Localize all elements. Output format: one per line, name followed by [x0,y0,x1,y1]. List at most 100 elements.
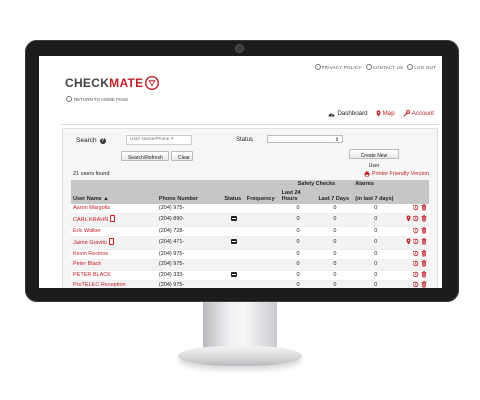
status-cell [222,213,245,227]
last-7-cell: 0 [316,213,354,227]
alarms-cell: 0 [353,259,399,271]
trash-icon[interactable] [421,215,427,222]
status-cell [222,259,245,271]
search-refresh-button[interactable]: Search/Refresh [121,151,169,161]
frequency-cell [244,203,280,214]
trash-icon[interactable] [421,226,427,234]
last-24-cell: 0 [279,249,317,260]
table-row[interactable]: Jaime Gravito (204) 471- 0 0 0 [71,236,429,250]
actions-cell [398,226,429,237]
status-select[interactable]: ⇕ [267,135,343,143]
help-question-icon[interactable]: ? [99,137,106,144]
column-user-name[interactable]: User Name ▲ [71,188,157,204]
table-row[interactable]: Peter Black (204) 975- 0 0 0 [71,259,429,271]
nav-map[interactable]: Map [376,110,395,117]
user-name-cell[interactable]: CARL KRAHN [71,213,157,227]
actions-cell [398,213,429,227]
user-name-cell[interactable]: Kevin Recinos [71,249,157,260]
phone-cell: (204) 975- [156,259,223,271]
table-row[interactable]: Kevin Recinos (204) 975- 0 0 0 [71,249,429,260]
column-phone-number[interactable]: Phone Number [156,188,223,204]
logo-text: CHECKMATE [65,76,144,90]
map-pin-icon[interactable] [406,238,411,245]
user-name-link[interactable]: CARL KRAHN [73,217,108,223]
history-icon[interactable] [412,271,419,278]
frequency-cell [244,213,280,227]
search-input[interactable] [126,135,192,145]
last-7-cell: 0 [316,280,354,288]
privacy-policy-link[interactable]: PRIVACY POLICY [314,64,362,70]
table-header-spacer [71,180,280,189]
create-new-user-button[interactable]: Create New User [349,149,399,169]
table-row[interactable]: ProTELEC Reception (204) 975- 0 0 0 [71,280,429,288]
return-home-link[interactable]: RETURN TO HOME PAGE [66,96,128,102]
user-name-link[interactable]: ProTELEC Reception [73,282,126,288]
trash-icon[interactable] [421,203,427,211]
user-name-cell[interactable]: PETER BLACK [71,270,157,281]
user-name-cell[interactable]: Peter Black [71,259,157,271]
status-minus-icon [230,216,237,221]
user-name-link[interactable]: Jaime Gravito [73,240,107,246]
nav-dashboard[interactable]: Dashboard [328,110,368,117]
column-last-24-hours[interactable]: Last 24 Hours [279,188,317,204]
top-links: PRIVACY POLICY CONTACT US LOG OUT [314,64,436,70]
map-pin-icon[interactable] [406,215,411,222]
status-cell [222,226,245,237]
user-name-link[interactable]: Peter Black [73,261,101,267]
user-name-link[interactable]: Eric Walker [73,228,101,234]
last-24-cell: 0 [279,236,317,250]
column-last-7-days[interactable]: Last 7 Days [316,188,354,204]
frequency-cell [244,270,280,281]
last-24-cell: 0 [279,270,317,281]
trash-icon[interactable] [421,270,427,278]
log-out-link[interactable]: LOG OUT [407,64,436,70]
trash-icon[interactable] [421,238,427,245]
user-name-cell[interactable]: Jaime Gravito [71,236,157,250]
user-name-cell[interactable]: Eric Walker [71,226,157,237]
column-status[interactable]: Status [222,188,245,204]
column-frequency[interactable]: Frequency [244,188,280,204]
table-row[interactable]: PETER BLACK (204) 333- 0 0 0 [71,270,429,281]
trash-icon[interactable] [421,281,427,288]
table-row[interactable]: CARL KRAHN (204) 890- 0 0 0 [71,213,429,227]
history-icon[interactable] [412,215,419,222]
phone-cell: (204) 975- [156,203,223,214]
user-name-cell[interactable]: ProTELEC Reception [71,280,157,288]
user-name-cell[interactable]: Aaron Margolis [71,203,157,214]
alarms-cell: 0 [353,236,399,250]
frequency-cell [244,226,280,237]
logo-shield-icon [145,76,160,90]
user-name-link[interactable]: Kevin Recinos [73,251,108,257]
nav-account[interactable]: Account [403,110,434,117]
phone-cell: (204) 471- [156,236,223,250]
history-icon[interactable] [412,281,419,288]
table-group-header-row: Safety Checks Alarms [71,180,429,189]
phone-cell: (204) 890- [156,213,223,227]
printer-friendly-link[interactable]: Printer Friendly Version [364,171,429,177]
actions-cell [398,270,429,281]
alarms-cell: 0 [353,226,399,237]
contact-us-link[interactable]: CONTACT US [365,64,404,70]
table-row[interactable]: Aaron Margolis (204) 975- 0 0 0 [71,203,429,214]
actions-cell [398,203,429,214]
printer-icon [364,171,370,177]
trash-icon[interactable] [421,260,427,267]
history-icon[interactable] [412,204,419,211]
status-cell [222,236,245,250]
checkmate-logo[interactable]: CHECKMATE [65,76,160,90]
last-7-cell: 0 [316,203,354,214]
last-24-cell: 0 [279,213,317,227]
trash-icon[interactable] [421,249,427,257]
mobile-phone-icon [108,238,114,245]
history-icon[interactable] [412,260,419,267]
header-divider [61,124,439,125]
clear-button[interactable]: Clear [171,151,193,161]
actions-cell [398,236,429,250]
user-name-link[interactable]: Aaron Margolis [73,205,110,211]
history-icon[interactable] [412,227,419,234]
column-alarms[interactable]: (in last 7 days) [353,188,399,204]
history-icon[interactable] [412,238,419,245]
user-name-link[interactable]: PETER BLACK [73,272,111,278]
history-icon[interactable] [412,250,419,257]
table-row[interactable]: Eric Walker (204) 728- 0 0 0 [71,226,429,237]
